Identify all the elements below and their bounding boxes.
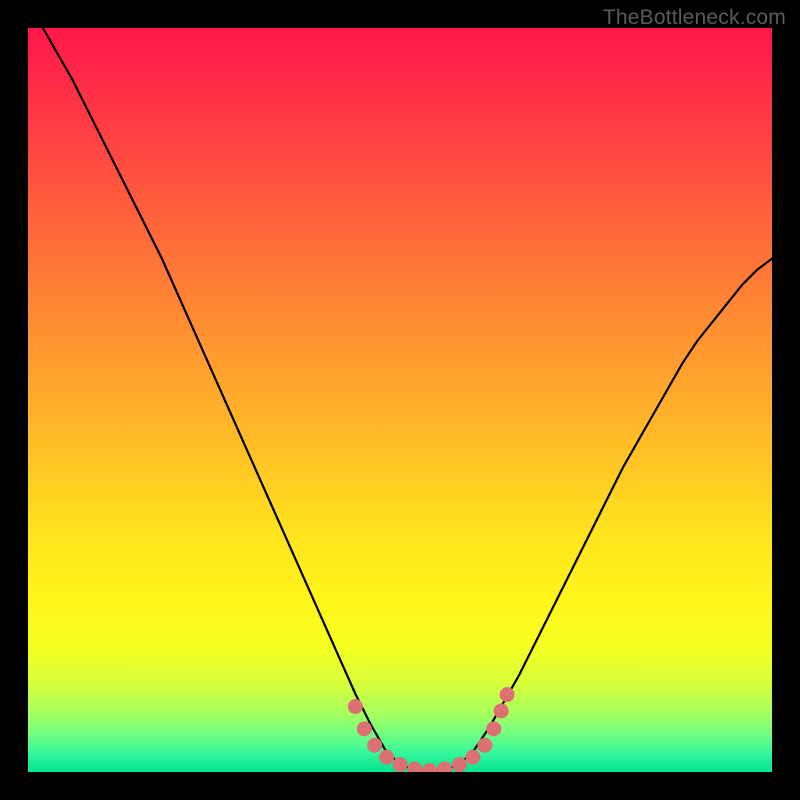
marker-dot bbox=[393, 757, 408, 772]
chart-plot bbox=[28, 28, 772, 772]
marker-dot bbox=[379, 750, 394, 765]
chart-svg bbox=[28, 28, 772, 772]
marker-dot bbox=[348, 699, 363, 714]
marker-dot bbox=[477, 738, 492, 753]
marker-dot bbox=[486, 721, 501, 736]
marker-dot bbox=[500, 687, 515, 702]
marker-dot bbox=[452, 757, 467, 772]
marker-dot bbox=[367, 738, 382, 753]
marker-dot bbox=[465, 750, 480, 765]
marker-dot bbox=[357, 721, 372, 736]
marker-dot bbox=[494, 703, 509, 718]
watermark-text: TheBottleneck.com bbox=[603, 6, 786, 30]
chart-stage: TheBottleneck.com bbox=[0, 0, 800, 800]
